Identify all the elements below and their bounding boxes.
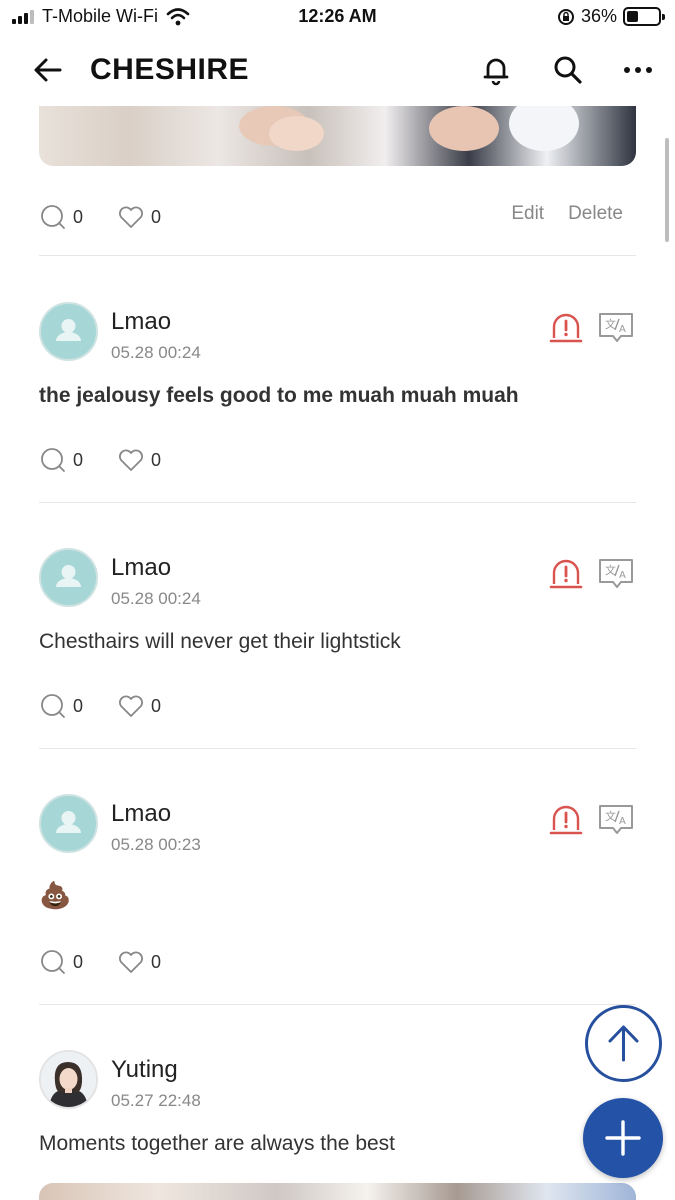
like-button[interactable]: 0 (117, 693, 161, 719)
like-count: 0 (151, 695, 162, 716)
post-actions: 0 0 (39, 947, 189, 977)
battery-percent: 36% (580, 6, 617, 26)
post-photo[interactable] (39, 106, 636, 166)
comment-icon (41, 205, 65, 229)
post-timestamp: 05.28 00:23 (111, 835, 201, 854)
like-button[interactable]: 0 (117, 447, 161, 473)
post-timestamp: 05.28 00:24 (111, 589, 201, 608)
back-arrow-icon[interactable] (30, 52, 66, 88)
report-icon[interactable] (548, 311, 584, 345)
translate-icon[interactable]: 文 A (597, 311, 635, 343)
delete-button[interactable]: Delete (568, 203, 623, 225)
divider (39, 748, 636, 749)
battery-icon (623, 7, 665, 26)
scroll-to-top-button[interactable] (585, 1005, 662, 1082)
post-photo[interactable] (39, 1183, 636, 1200)
like-count: 0 (151, 449, 162, 470)
divider (39, 1004, 636, 1005)
comment-button[interactable]: 0 (39, 446, 83, 474)
post-body: the jealousy feels good to me muah muah … (39, 384, 519, 407)
heart-icon (119, 695, 144, 717)
search-icon[interactable] (550, 52, 586, 88)
avatar[interactable] (39, 302, 98, 361)
comment-button[interactable]: 0 (39, 203, 83, 231)
svg-text:文: 文 (605, 317, 616, 331)
orientation-lock-icon (557, 8, 574, 25)
post-body: Moments together are always the best (39, 1132, 396, 1155)
comment-icon (41, 694, 65, 718)
heart-icon (119, 951, 144, 973)
svg-text:A: A (619, 816, 626, 827)
status-bar: T-Mobile Wi-Fi 12:26 AM 36% (0, 0, 675, 36)
translate-icon[interactable]: 文 A (597, 557, 635, 589)
profile-photo-icon (41, 1052, 96, 1107)
edit-button[interactable]: Edit (511, 203, 544, 225)
svg-text:A: A (619, 570, 626, 581)
post-actions: 0 0 (39, 445, 189, 475)
like-button[interactable]: 0 (117, 204, 161, 230)
author-name[interactable]: Yuting (111, 1056, 178, 1084)
arrow-up-icon (608, 1025, 639, 1062)
author-name[interactable]: Lmao (111, 308, 171, 336)
post-timestamp: 05.27 22:48 (111, 1091, 201, 1110)
post-body-emoji: 💩 (39, 880, 72, 910)
divider (39, 255, 636, 256)
page-title: CHESHIRE (90, 53, 250, 86)
scrollbar[interactable] (665, 138, 669, 242)
like-button[interactable]: 0 (117, 949, 161, 975)
svg-text:A: A (619, 324, 626, 335)
status-right: 36% (557, 6, 665, 27)
svg-text:文: 文 (605, 809, 616, 823)
comment-count: 0 (73, 695, 84, 716)
post-timestamp: 05.28 00:24 (111, 343, 201, 362)
bell-icon[interactable] (478, 52, 514, 88)
author-name[interactable]: Lmao (111, 554, 171, 582)
comment-count: 0 (73, 206, 84, 227)
translate-icon[interactable]: 文 A (597, 803, 635, 835)
comment-icon (41, 950, 65, 974)
battery-fill (627, 11, 638, 22)
owner-actions: Edit Delete (511, 203, 623, 225)
heart-icon (119, 449, 144, 471)
app-header: CHESHIRE (0, 36, 675, 106)
report-icon[interactable] (548, 557, 584, 591)
author-name[interactable]: Lmao (111, 800, 171, 828)
comment-icon (41, 448, 65, 472)
avatar[interactable] (39, 794, 98, 853)
report-icon[interactable] (548, 803, 584, 837)
more-icon[interactable] (620, 52, 656, 88)
default-user-icon (56, 319, 81, 341)
svg-text:文: 文 (605, 563, 616, 577)
divider (39, 502, 636, 503)
comment-count: 0 (73, 449, 84, 470)
avatar[interactable] (39, 548, 98, 607)
new-post-button[interactable] (583, 1098, 663, 1178)
like-count: 0 (151, 206, 162, 227)
post-actions: 0 0 (39, 691, 189, 721)
default-user-icon (56, 565, 81, 587)
post-body: Chesthairs will never get their lightsti… (39, 630, 401, 653)
heart-icon (119, 206, 144, 228)
comment-count: 0 (73, 951, 84, 972)
avatar[interactable] (39, 1050, 98, 1109)
default-user-icon (56, 811, 81, 833)
comment-button[interactable]: 0 (39, 692, 83, 720)
like-count: 0 (151, 951, 162, 972)
post-actions: 0 0 (39, 202, 189, 232)
feed: 0 0 Edit Delete Lmao 05.28 00:24 文 A the… (0, 106, 675, 1200)
plus-icon (605, 1120, 641, 1156)
comment-button[interactable]: 0 (39, 948, 83, 976)
